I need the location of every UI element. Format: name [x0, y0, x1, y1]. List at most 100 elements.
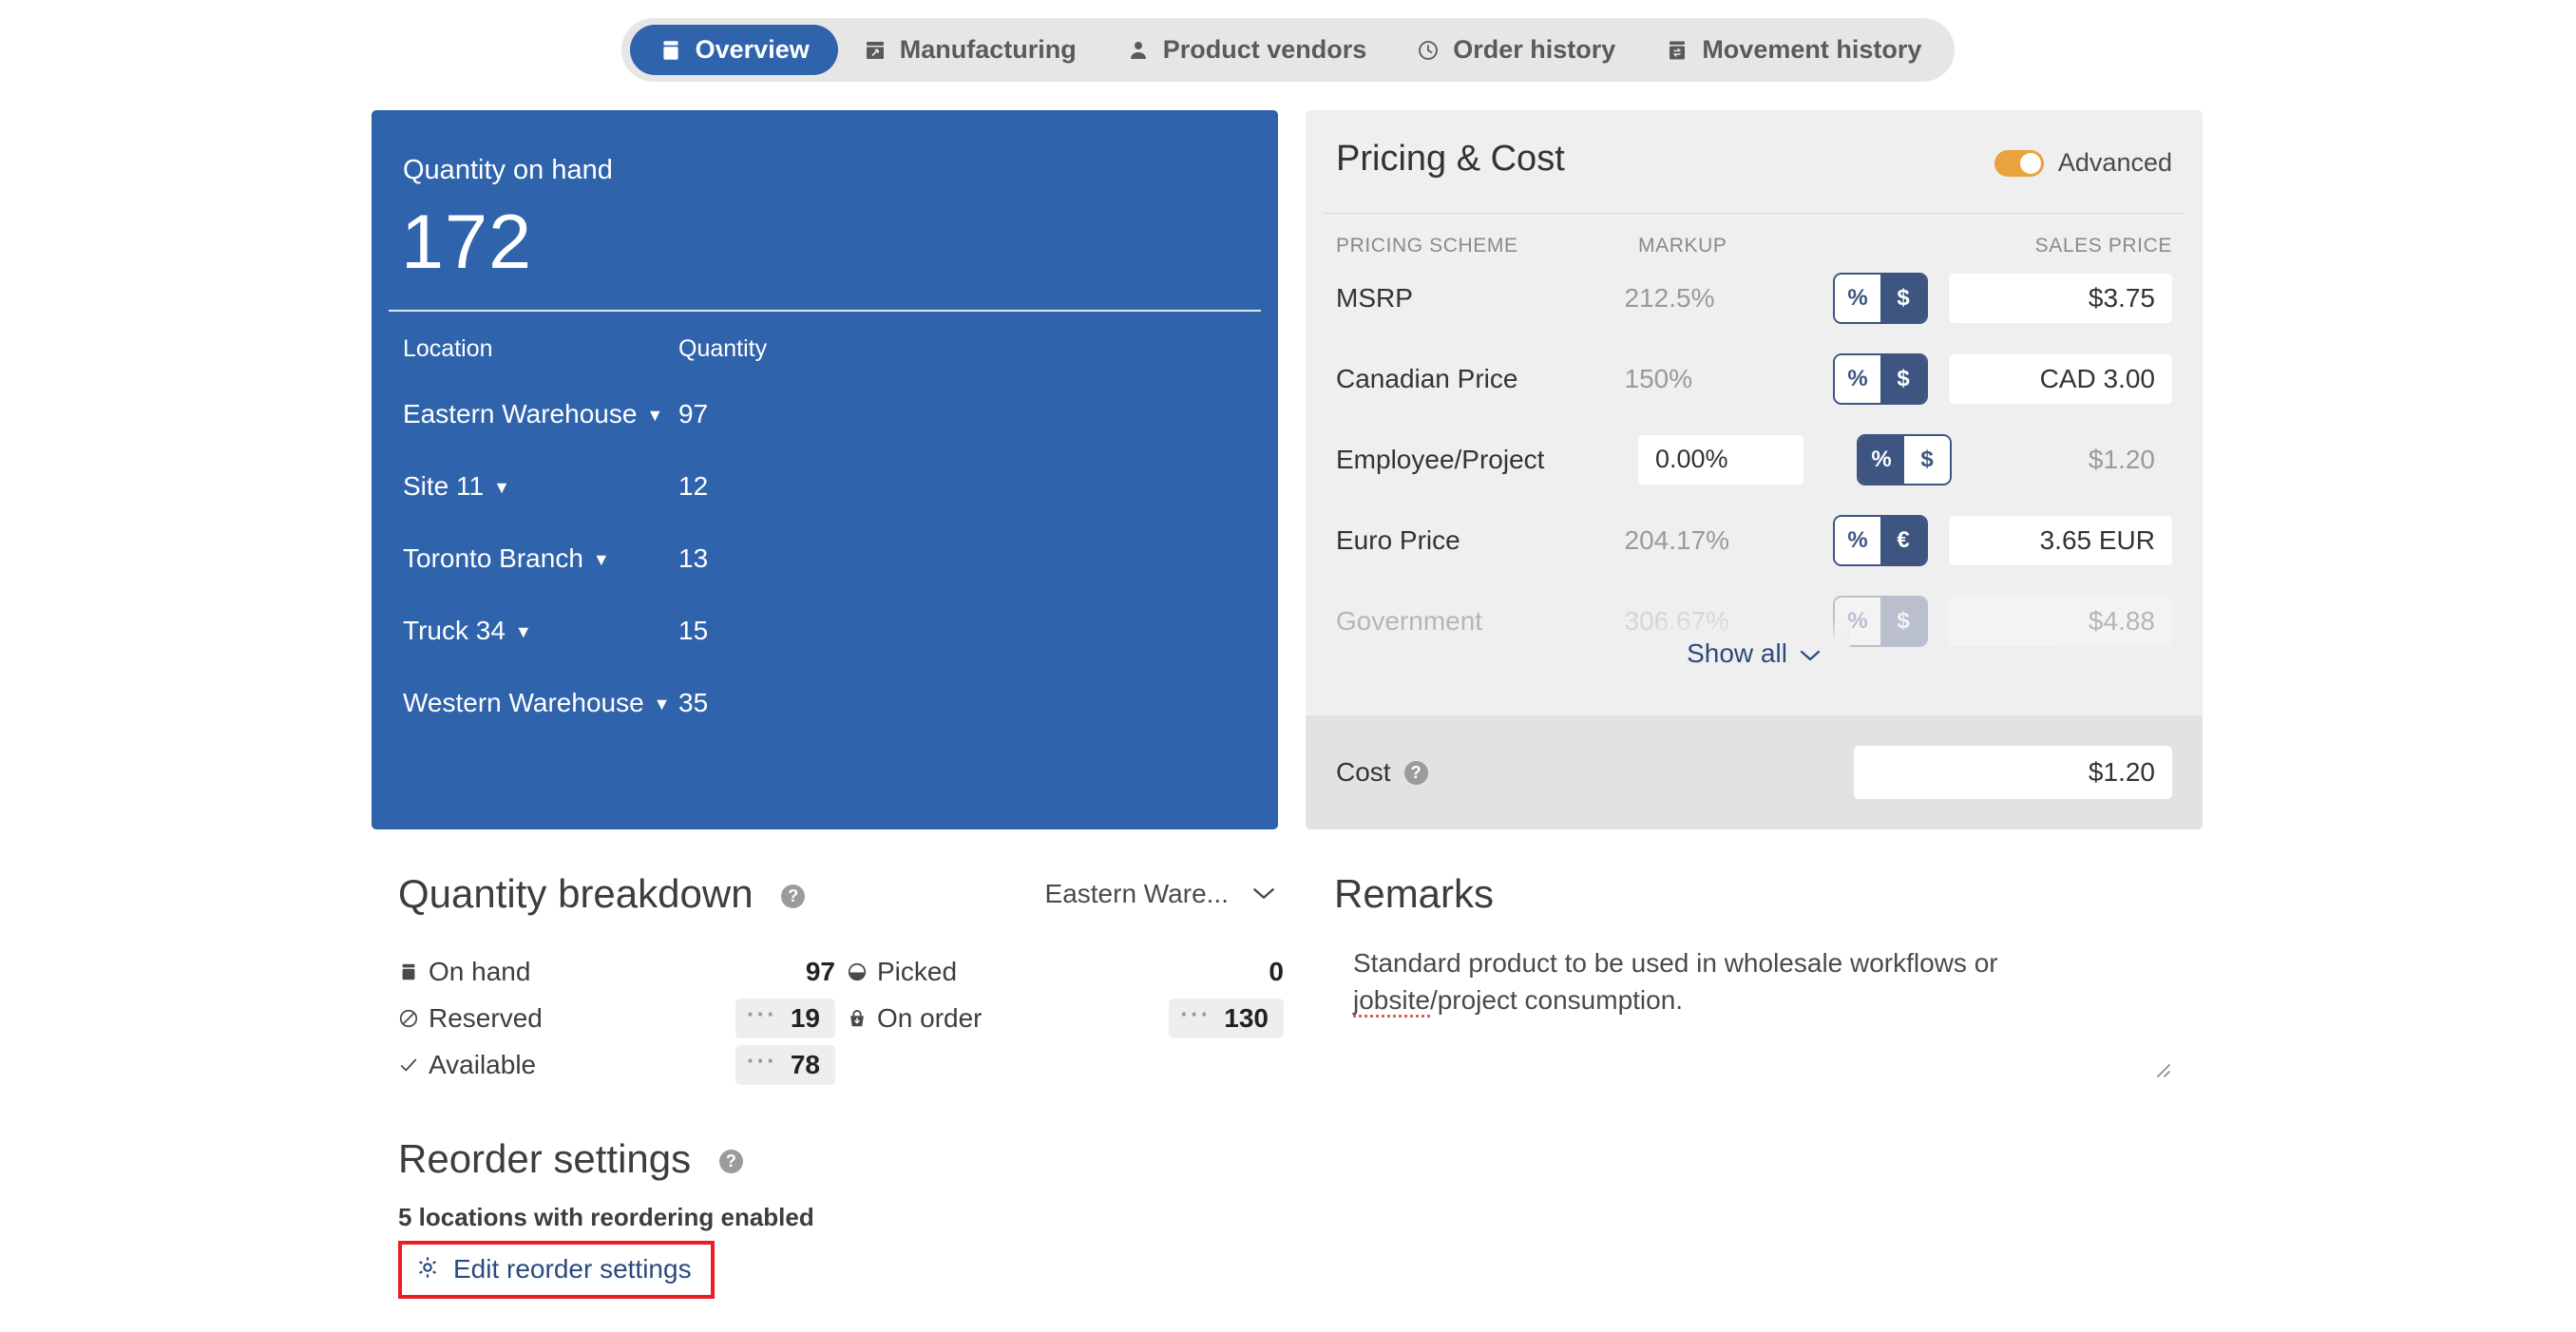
breakdown-label: Picked	[877, 956, 958, 986]
tab-order-history[interactable]: Order history	[1391, 25, 1640, 75]
unit-option-currency[interactable]: $	[1904, 435, 1950, 484]
remarks-section: Remarks Standard product to be used in w…	[1334, 871, 2189, 1018]
cost-label: Cost	[1336, 757, 1391, 787]
unit-option-percent[interactable]: %	[1859, 435, 1904, 484]
tab-manufacturing-label: Manufacturing	[899, 35, 1077, 64]
unit-option-percent[interactable]: %	[1835, 354, 1880, 403]
help-icon[interactable]: ?	[718, 1149, 743, 1173]
unit-option-currency[interactable]: €	[1880, 516, 1926, 564]
markup-cell: 212.5%	[1625, 283, 1834, 314]
reorder-summary: 5 locations with reordering enabled	[398, 1203, 814, 1231]
help-icon[interactable]: ?	[781, 884, 806, 908]
table-row: Employee/Project 0.00% % $ $1.20	[1336, 419, 2172, 500]
sales-price-cell: CAD 3.00	[1928, 353, 2172, 404]
table-row: Canadian Price 150% % $ CAD 3.00	[1336, 338, 2172, 419]
remarks-title: Remarks	[1334, 871, 1495, 916]
chevron-down-icon: ▼	[646, 406, 664, 425]
toggle-knob	[2019, 152, 2041, 174]
chevron-down-icon: ▼	[514, 622, 532, 641]
breakdown-value: 19	[790, 1002, 820, 1033]
markup-input-employee-project[interactable]: 0.00%	[1638, 434, 1803, 485]
sales-price-input-canadian-price[interactable]: CAD 3.00	[1949, 353, 2172, 404]
location-dropdown-toronto-branch[interactable]: Toronto Branch ▼	[403, 543, 678, 574]
unit-toggle-euro-price[interactable]: % €	[1833, 514, 1928, 566]
tab-product-vendors[interactable]: Product vendors	[1101, 25, 1392, 75]
table-row: Eastern Warehouse ▼ 97	[403, 378, 1247, 450]
reorder-settings-title: Reorder settings	[398, 1136, 692, 1181]
breakdown-value-chip[interactable]: ··· 78	[735, 1044, 835, 1085]
on-order-icon	[847, 1008, 877, 1029]
breakdown-item-picked: Picked 0	[847, 948, 1284, 995]
cost-input[interactable]: $1.20	[1854, 746, 2172, 799]
table-row: Euro Price 204.17% % € 3.65 EUR	[1336, 500, 2172, 580]
breakdown-item-on-order: On order ··· 130	[847, 995, 1284, 1041]
breakdown-value: 78	[790, 1049, 820, 1079]
unit-option-currency[interactable]: $	[1880, 274, 1926, 322]
pricing-header: Pricing & Cost Advanced	[1306, 110, 2203, 213]
location-table-header: Location Quantity	[403, 335, 1247, 363]
breakdown-item-reserved: Reserved ··· 19	[398, 995, 835, 1041]
breakdown-label: On hand	[429, 956, 531, 986]
location-dropdown-eastern-warehouse[interactable]: Eastern Warehouse ▼	[403, 399, 678, 429]
unit-option-percent[interactable]: %	[1835, 516, 1880, 564]
markup-cell: 204.17%	[1625, 525, 1834, 556]
breakdown-value: 97	[805, 956, 835, 986]
grid-spacer	[847, 1041, 1284, 1088]
markup-value: 204.17%	[1624, 524, 1730, 555]
column-header-location: Location	[403, 335, 493, 362]
table-row: Truck 34 ▼ 15	[403, 595, 1247, 667]
remarks-textarea[interactable]: Standard product to be used in wholesale…	[1353, 945, 2018, 1018]
unit-option-percent[interactable]: %	[1835, 274, 1880, 322]
advanced-toggle[interactable]	[1994, 149, 2044, 177]
tab-overview[interactable]: Overview	[629, 25, 838, 75]
tab-manufacturing[interactable]: Manufacturing	[838, 25, 1101, 75]
table-row: MSRP 212.5% % $ $3.75	[1336, 257, 2172, 338]
location-label: Site 11	[403, 471, 485, 501]
section-title: Remarks	[1334, 871, 2189, 917]
remarks-text-part2: /project consumption.	[1429, 984, 1684, 1015]
archive-swap-icon	[1665, 38, 1689, 63]
edit-reorder-settings-label: Edit reorder settings	[453, 1254, 692, 1284]
edit-reorder-settings-button[interactable]: Edit reorder settings	[398, 1241, 715, 1299]
quantity-on-hand-card: Quantity on hand 172 Location Quantity E…	[372, 110, 1278, 829]
breakdown-value-chip[interactable]: ··· 19	[735, 998, 835, 1038]
column-header-sales-price: SALES PRICE	[2034, 235, 2172, 257]
location-label: Eastern Warehouse	[403, 399, 638, 428]
help-icon[interactable]: ?	[1403, 760, 1428, 785]
location-quantity: 35	[678, 688, 709, 717]
no-entry-icon	[398, 1008, 429, 1029]
breakdown-value-chip[interactable]: ··· 130	[1169, 998, 1284, 1038]
breakdown-label: On order	[877, 1002, 983, 1033]
unit-toggle-employee-project[interactable]: % $	[1857, 433, 1952, 485]
advanced-toggle-group[interactable]: Advanced	[1994, 148, 2172, 178]
unit-option-currency[interactable]: $	[1880, 354, 1926, 403]
location-dropdown-site-11[interactable]: Site 11 ▼	[403, 471, 678, 502]
unit-toggle-canadian-price[interactable]: % $	[1833, 352, 1928, 405]
show-all-button[interactable]: Show all	[1658, 618, 1850, 675]
box-icon	[658, 38, 683, 63]
tab-movement-history-label: Movement history	[1702, 35, 1922, 64]
sales-price-input-msrp[interactable]: $3.75	[1949, 273, 2172, 323]
column-header-quantity: Quantity	[678, 335, 768, 362]
location-dropdown-truck-34[interactable]: Truck 34 ▼	[403, 616, 678, 646]
overflow-dots-icon: ···	[1180, 999, 1212, 1028]
box-icon	[398, 961, 429, 982]
tab-product-vendors-label: Product vendors	[1162, 35, 1367, 64]
pricing-title: Pricing & Cost	[1336, 139, 1565, 179]
chevron-down-icon	[1799, 638, 1822, 669]
location-filter-dropdown[interactable]: Eastern Ware...	[1045, 879, 1282, 909]
sales-price-value-employee-project: $1.20	[2088, 444, 2155, 474]
pricing-scheme-name: MSRP	[1336, 282, 1413, 313]
tab-bar-container: Overview Manufacturing Product vendors O…	[0, 18, 2576, 82]
location-dropdown-western-warehouse[interactable]: Western Warehouse ▼	[403, 688, 678, 718]
breakdown-label: Available	[429, 1049, 537, 1079]
location-quantity: 13	[678, 543, 709, 573]
resize-handle-icon[interactable]	[2150, 1057, 2171, 1078]
tab-order-history-label: Order history	[1453, 35, 1616, 64]
sales-price-input-euro-price[interactable]: 3.65 EUR	[1949, 515, 2172, 565]
sales-price-cell: $1.20	[1952, 435, 2172, 485]
tab-movement-history[interactable]: Movement history	[1640, 25, 1946, 75]
pricing-scheme-name: Canadian Price	[1336, 363, 1518, 393]
unit-toggle-msrp[interactable]: % $	[1833, 272, 1928, 324]
breakdown-value: 0	[1269, 956, 1284, 986]
